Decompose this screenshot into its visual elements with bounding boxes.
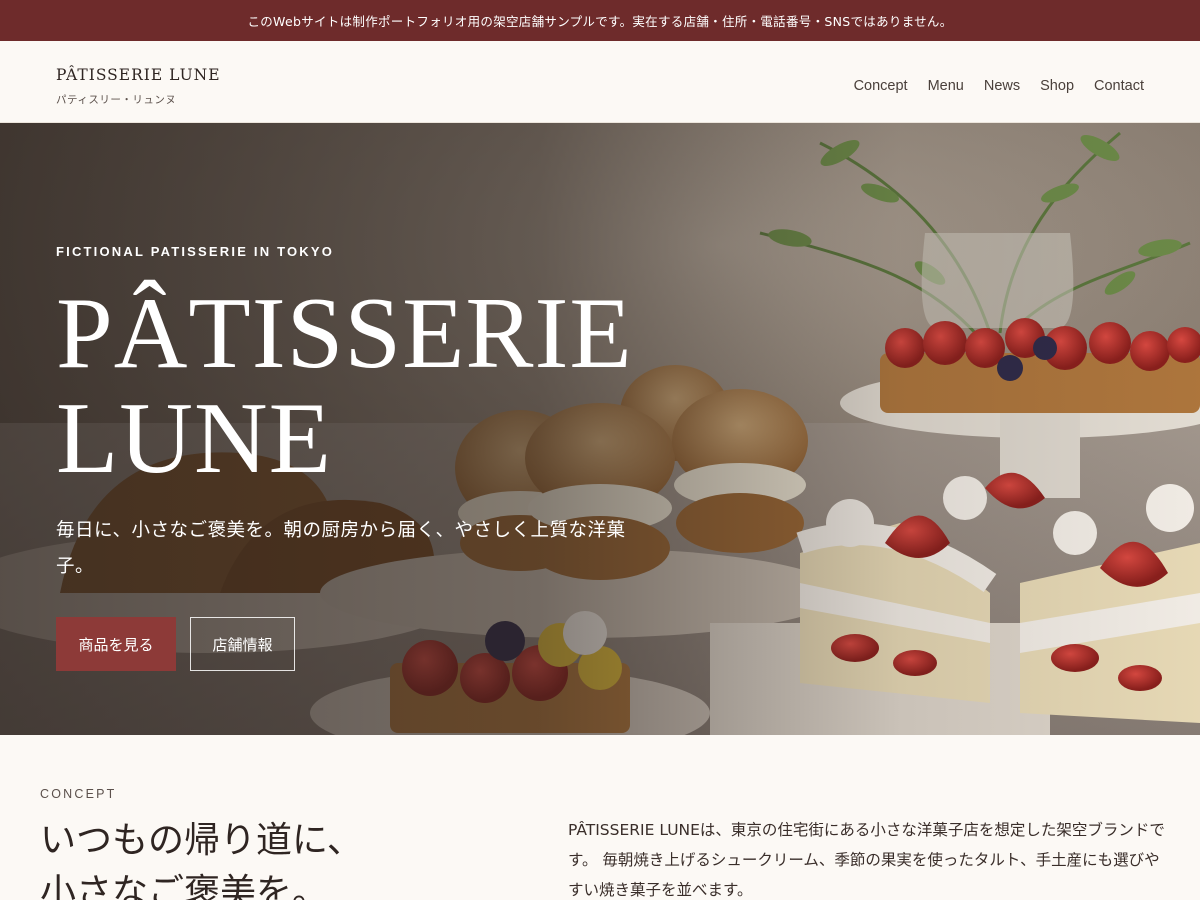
hero-title: PÂTISSERIE LUNE (56, 281, 736, 491)
concept-body: PÂTISSERIE LUNEは、東京の住宅街にある小さな洋菓子店を想定した架空… (568, 821, 1165, 900)
hero-title-line1: PÂTISSERIE (56, 277, 633, 390)
notice-text: このWebサイトは制作ポートフォリオ用の架空店舗サンプルです。実在する店舗・住所… (247, 14, 953, 29)
nav-contact[interactable]: Contact (1094, 78, 1144, 94)
brand-kana: パティスリー・リュンヌ (56, 94, 177, 106)
brand-logo[interactable]: PÂTISSERIE LUNE パティスリー・リュンヌ (56, 66, 221, 107)
notice-banner: このWebサイトは制作ポートフォリオ用の架空店舗サンプルです。実在する店舗・住所… (0, 0, 1200, 41)
concept-section: CONCEPT いつもの帰り道に、 小さなご褒美を。 PÂTISSERIE LU… (0, 735, 1200, 900)
hero-section: FICTIONAL PATISSERIE IN TOKYO PÂTISSERIE… (0, 123, 1200, 735)
nav-news[interactable]: News (984, 78, 1020, 94)
hero-lead: 毎日に、小さなご褒美を。朝の厨房から届く、やさしく上質な洋菓子。 (56, 520, 626, 578)
nav-concept[interactable]: Concept (854, 78, 908, 94)
hero-content: FICTIONAL PATISSERIE IN TOKYO PÂTISSERIE… (56, 244, 736, 672)
nav-shop[interactable]: Shop (1040, 78, 1074, 94)
main-nav: Concept Menu News Shop Contact (854, 78, 1144, 94)
hero-eyebrow: FICTIONAL PATISSERIE IN TOKYO (56, 244, 335, 259)
hero-title-line2: LUNE (56, 382, 332, 496)
store-info-button[interactable]: 店舗情報 (190, 617, 295, 672)
concept-heading-line1: いつもの帰り道に、 (40, 820, 363, 861)
concept-heading-line2: 小さなご褒美を。 (40, 872, 329, 900)
concept-heading: いつもの帰り道に、 小さなご褒美を。 (40, 815, 460, 900)
view-products-button[interactable]: 商品を見る (56, 617, 176, 672)
site-header: PÂTISSERIE LUNE パティスリー・リュンヌ Concept Menu… (0, 41, 1200, 123)
brand-name: PÂTISSERIE LUNE (56, 66, 221, 84)
hero-buttons: 商品を見る 店舗情報 (56, 617, 736, 672)
concept-eyebrow: CONCEPT (40, 787, 117, 801)
nav-menu[interactable]: Menu (928, 78, 964, 94)
